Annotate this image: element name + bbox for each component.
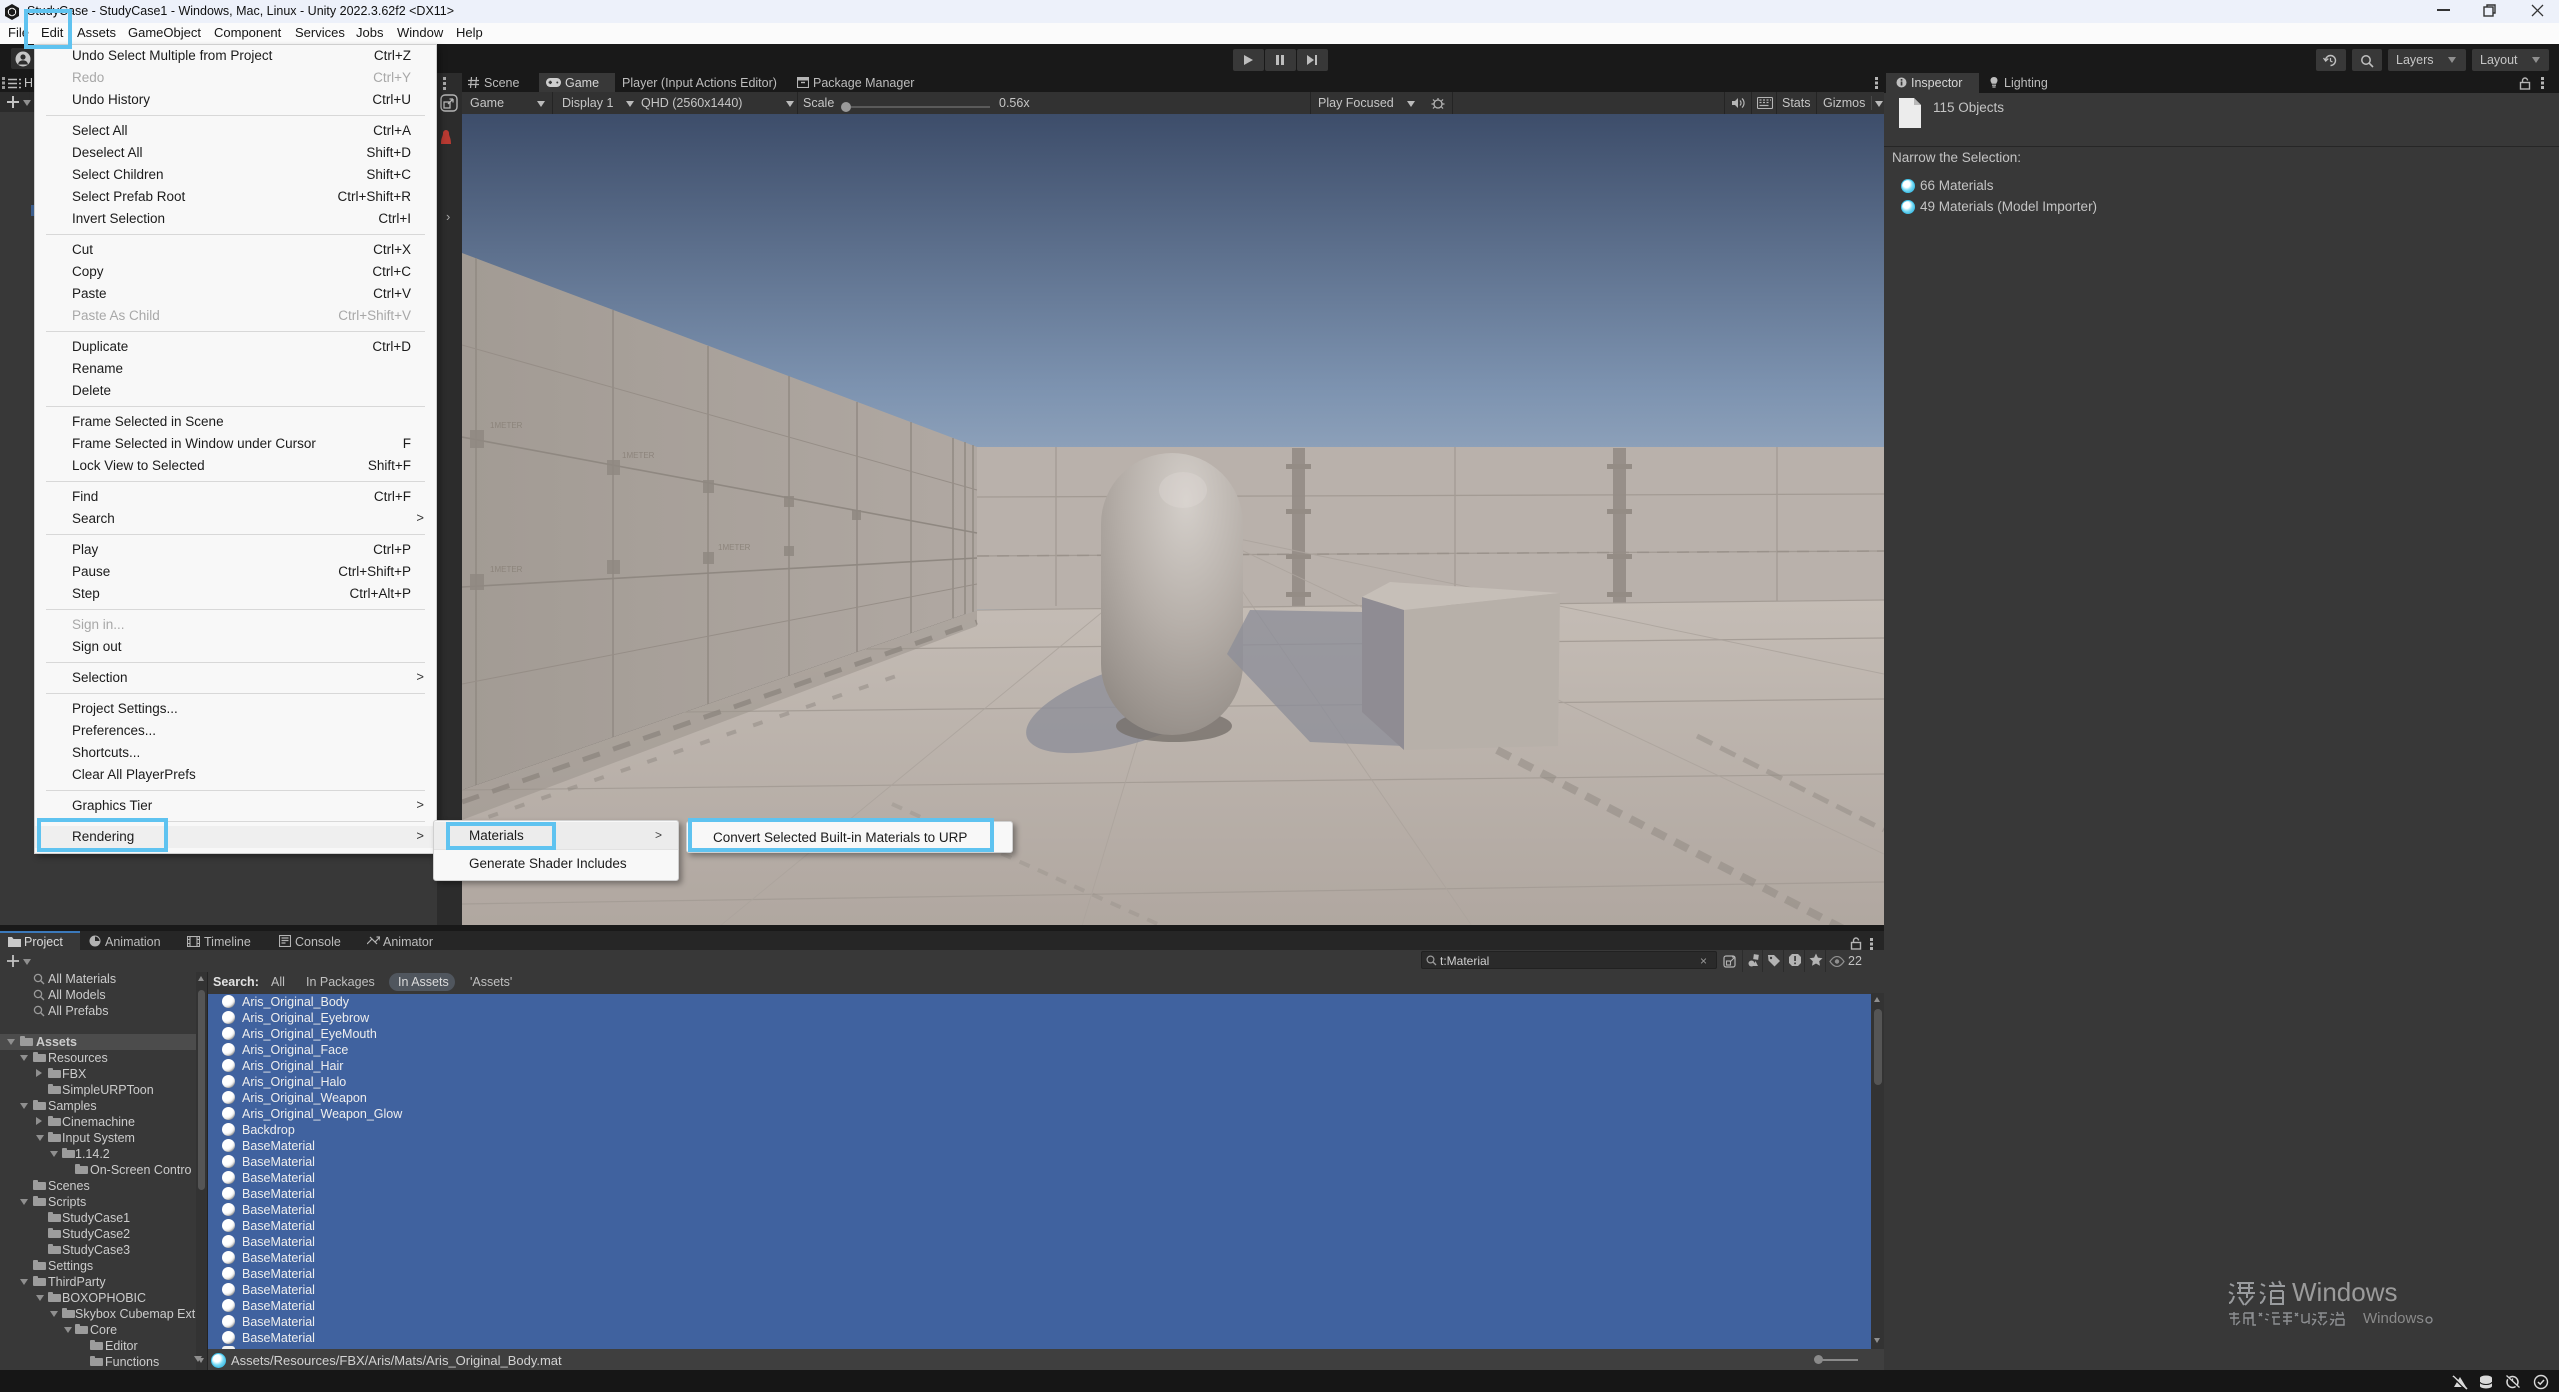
svg-text:1METER: 1METER	[622, 451, 655, 460]
svg-text:1METER: 1METER	[490, 565, 523, 574]
svg-text:1METER: 1METER	[718, 543, 751, 552]
svg-text:1METER: 1METER	[490, 421, 523, 430]
